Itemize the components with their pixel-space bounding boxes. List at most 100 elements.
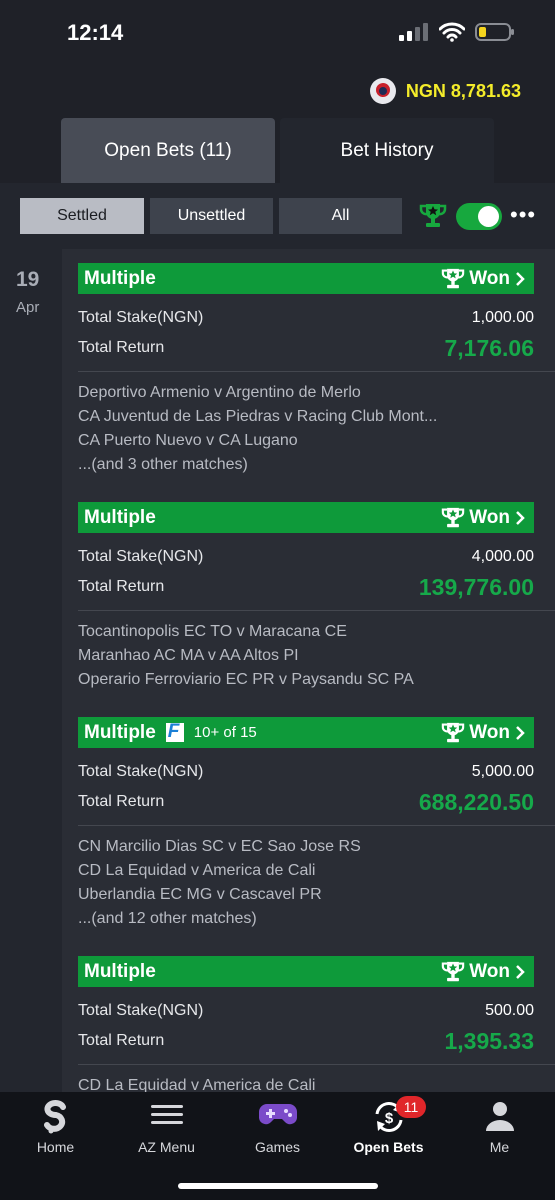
match-item: CA Puerto Nuevo v CA Lugano bbox=[78, 432, 298, 449]
chevron-right-icon bbox=[516, 725, 525, 740]
match-item: Deportivo Armenio v Argentino de Merlo bbox=[78, 384, 361, 401]
tab-open-bets[interactable]: Open Bets (11) bbox=[61, 118, 275, 183]
tab-bet-history[interactable]: Bet History bbox=[280, 118, 494, 183]
nav-label: Open Bets bbox=[353, 1139, 424, 1155]
nav-home[interactable]: Home bbox=[0, 1092, 111, 1162]
trophy-star-icon[interactable] bbox=[419, 203, 447, 229]
match-item: CA Juventud de Las Piedras v Racing Club… bbox=[78, 408, 438, 425]
wifi-icon bbox=[439, 22, 465, 42]
status-label: Won bbox=[469, 506, 510, 528]
stake-label: Total Stake(NGN) bbox=[78, 763, 204, 780]
bet-card[interactable]: Multiple Won Total Stake(NGN) 500.00 Tot… bbox=[78, 956, 555, 1092]
status-icons bbox=[399, 22, 515, 42]
date-day: 19 bbox=[16, 268, 40, 291]
won-status[interactable]: Won bbox=[441, 263, 526, 294]
nav-label: Me bbox=[489, 1139, 510, 1155]
date-column: 19 Apr bbox=[0, 249, 62, 1092]
bet-card[interactable]: Multiple Won Total Stake(NGN) 4,000.00 T… bbox=[78, 502, 555, 702]
bet-header[interactable]: Multiple Won bbox=[78, 263, 534, 294]
account-avatar-icon bbox=[369, 78, 396, 104]
status-label: Won bbox=[469, 267, 510, 289]
nav-label: Games bbox=[254, 1139, 301, 1155]
stake-label: Total Stake(NGN) bbox=[78, 309, 204, 326]
toggle-knob bbox=[478, 206, 499, 227]
nav-me[interactable]: Me bbox=[444, 1092, 555, 1162]
match-item: CN Marcilio Dias SC v EC Sao Jose RS bbox=[78, 838, 361, 855]
bet-list: 19 Apr Multiple Won Total Stake(NGN) 1,0… bbox=[0, 249, 555, 1092]
account-balance[interactable]: NGN 8,781.63 bbox=[369, 78, 521, 104]
divider bbox=[78, 825, 555, 826]
divider bbox=[78, 610, 555, 611]
match-item: CD La Equidad v America de Cali bbox=[78, 1077, 316, 1092]
status-label: Won bbox=[469, 721, 510, 743]
match-item: ...(and 12 other matches) bbox=[78, 910, 257, 927]
nav-label: AZ Menu bbox=[138, 1139, 195, 1155]
nav-open-bets[interactable]: $ 11 Open Bets bbox=[333, 1092, 444, 1162]
status-bar: 12:14 bbox=[0, 0, 555, 66]
battery-icon bbox=[475, 23, 514, 41]
bet-type: Multiple bbox=[84, 267, 156, 289]
won-status[interactable]: Won bbox=[441, 717, 526, 748]
trophy-icon bbox=[441, 722, 465, 742]
open-bets-count-badge: 11 bbox=[396, 1096, 426, 1118]
flexi-info: 10+ of 15 bbox=[193, 724, 257, 741]
bet-header[interactable]: Multiple Won bbox=[78, 502, 534, 533]
cellular-signal-icon bbox=[399, 23, 428, 41]
gamepad-icon bbox=[222, 1100, 333, 1134]
nav-label: Home bbox=[36, 1139, 75, 1155]
stake-value: 1,000.00 bbox=[471, 309, 534, 326]
return-value: 139,776.00 bbox=[418, 574, 534, 600]
stake-label: Total Stake(NGN) bbox=[78, 1002, 204, 1019]
more-options-icon[interactable]: ••• bbox=[510, 204, 536, 226]
date-month: Apr bbox=[16, 299, 40, 316]
bet-card[interactable]: Multiple F 10+ of 15 Won Total Stake(NGN… bbox=[78, 717, 555, 942]
match-item: ...(and 3 other matches) bbox=[78, 456, 248, 473]
nav-az-menu[interactable]: AZ Menu bbox=[111, 1092, 222, 1162]
nav-games[interactable]: Games bbox=[222, 1092, 333, 1162]
won-only-toggle[interactable] bbox=[456, 203, 502, 230]
match-item: Operario Ferroviario EC PR v Paysandu SC… bbox=[78, 671, 414, 688]
balance-amount: NGN 8,781.63 bbox=[405, 80, 521, 101]
bet-header[interactable]: Multiple F 10+ of 15 Won bbox=[78, 717, 534, 748]
s-logo-icon bbox=[0, 1100, 111, 1134]
won-status[interactable]: Won bbox=[441, 956, 526, 987]
status-label: Won bbox=[469, 960, 510, 982]
match-item: Tocantinopolis EC TO v Maracana CE bbox=[78, 623, 347, 640]
match-item: Uberlandia EC MG v Cascavel PR bbox=[78, 886, 322, 903]
bet-type: Multiple bbox=[84, 506, 156, 528]
return-value: 1,395.33 bbox=[444, 1028, 534, 1054]
bets-column: Multiple Won Total Stake(NGN) 1,000.00 T… bbox=[62, 249, 555, 1092]
return-value: 688,220.50 bbox=[418, 789, 534, 815]
trophy-icon bbox=[441, 268, 465, 288]
trophy-icon bbox=[441, 507, 465, 527]
return-label: Total Return bbox=[78, 578, 165, 595]
bet-type: Multiple bbox=[84, 960, 156, 982]
status-time: 12:14 bbox=[67, 20, 124, 45]
chevron-right-icon bbox=[516, 510, 525, 525]
filter-all[interactable]: All bbox=[279, 198, 402, 234]
filter-settled[interactable]: Settled bbox=[20, 198, 144, 234]
home-indicator bbox=[178, 1183, 378, 1189]
hamburger-icon bbox=[111, 1100, 222, 1134]
divider bbox=[78, 371, 555, 372]
divider bbox=[78, 1064, 555, 1065]
won-status[interactable]: Won bbox=[441, 502, 526, 533]
stake-value: 5,000.00 bbox=[471, 763, 534, 780]
return-label: Total Return bbox=[78, 1032, 165, 1049]
person-icon bbox=[444, 1100, 555, 1134]
bet-tabs: Open Bets (11) Bet History bbox=[61, 118, 494, 183]
bet-type: Multiple bbox=[84, 721, 156, 743]
open-bets-icon: $ bbox=[333, 1100, 444, 1134]
stake-value: 4,000.00 bbox=[471, 548, 534, 565]
stake-label: Total Stake(NGN) bbox=[78, 548, 204, 565]
bet-header[interactable]: Multiple Won bbox=[78, 956, 534, 987]
header: NGN 8,781.63 Open Bets (11) Bet History bbox=[0, 66, 555, 183]
filter-unsettled[interactable]: Unsettled bbox=[150, 198, 273, 234]
svg-text:$: $ bbox=[384, 1110, 393, 1127]
trophy-icon bbox=[441, 961, 465, 981]
stake-value: 500.00 bbox=[485, 1002, 534, 1019]
filter-bar: Settled Unsettled All ••• bbox=[0, 183, 555, 249]
match-item: Maranhao AC MA v AA Altos PI bbox=[78, 647, 299, 664]
return-label: Total Return bbox=[78, 339, 165, 356]
bet-card[interactable]: Multiple Won Total Stake(NGN) 1,000.00 T… bbox=[78, 263, 555, 488]
